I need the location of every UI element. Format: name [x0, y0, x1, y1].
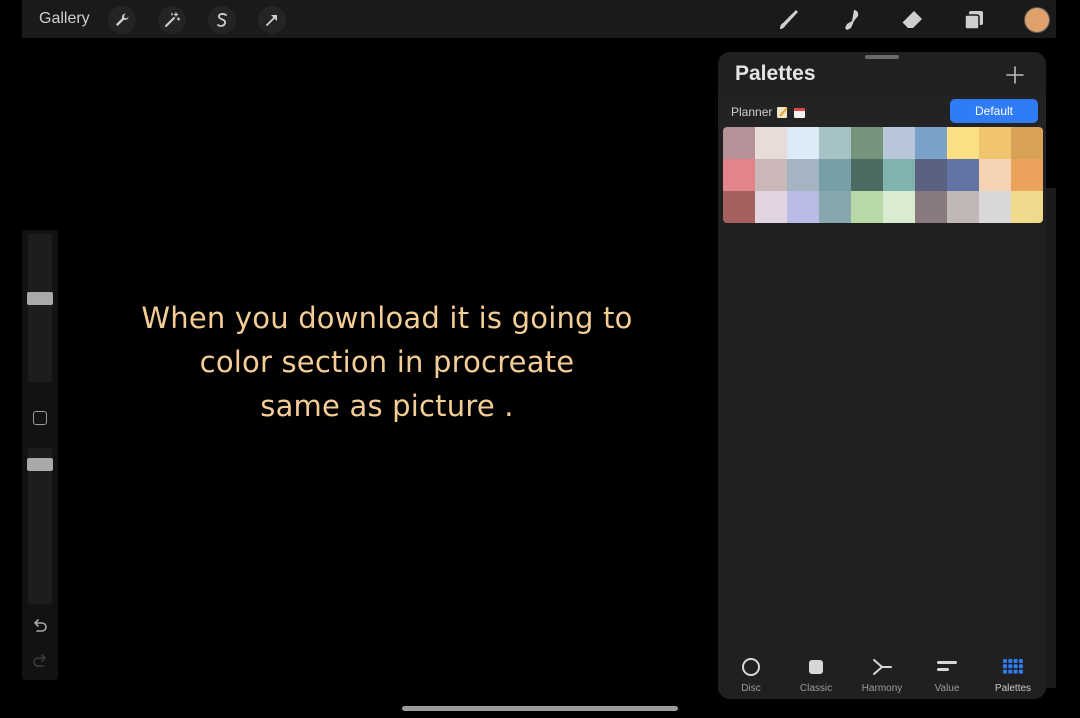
transform-arrow-icon[interactable]	[258, 6, 286, 34]
color-swatch[interactable]	[883, 127, 915, 159]
tab-palettes[interactable]: Palettes	[980, 653, 1046, 697]
tab-value[interactable]: Value	[914, 653, 980, 697]
color-swatch[interactable]	[947, 159, 979, 191]
color-swatch[interactable]	[947, 127, 979, 159]
color-swatch[interactable]	[1011, 159, 1043, 191]
palettes-panel: Palettes Planner Default Disc Classic Ha…	[718, 52, 1046, 699]
color-swatch[interactable]	[947, 191, 979, 223]
brush-icon[interactable]	[775, 6, 805, 34]
color-swatch[interactable]	[915, 191, 947, 223]
layers-icon[interactable]	[959, 6, 989, 34]
selection-icon[interactable]	[208, 6, 236, 34]
color-swatch[interactable]	[819, 159, 851, 191]
color-swatch[interactable]	[755, 159, 787, 191]
color-swatch[interactable]	[819, 127, 851, 159]
canvas-text-line: When you download it is going to	[141, 301, 633, 335]
palette-name[interactable]: Planner	[731, 105, 806, 119]
color-swatch[interactable]	[883, 191, 915, 223]
color-swatch[interactable]	[851, 127, 883, 159]
value-bars-icon	[937, 661, 957, 671]
palette-name-label: Planner	[731, 105, 773, 119]
panel-grabber[interactable]	[865, 55, 899, 59]
color-tab-bar: Disc Classic Harmony Value Palettes	[718, 649, 1046, 699]
color-swatch[interactable]	[1011, 127, 1043, 159]
top-toolbar: Gallery	[22, 0, 1056, 38]
palette-header[interactable]: Planner Default	[718, 95, 1046, 127]
wrench-icon[interactable]	[108, 6, 136, 34]
opacity-slider[interactable]	[27, 448, 53, 604]
tab-label: Value	[934, 683, 960, 694]
tab-classic[interactable]: Classic	[783, 653, 849, 697]
color-swatch[interactable]	[979, 191, 1011, 223]
brush-size-thumb[interactable]	[27, 292, 53, 305]
color-swatch[interactable]	[787, 159, 819, 191]
color-swatch[interactable]	[723, 127, 755, 159]
default-palette-button[interactable]: Default	[950, 99, 1038, 123]
color-swatch[interactable]	[787, 127, 819, 159]
calendar-emoji-icon	[794, 107, 806, 118]
color-swatch[interactable]	[851, 191, 883, 223]
add-palette-plus-icon[interactable]	[1004, 64, 1026, 86]
canvas-text-line: same as picture .	[260, 389, 514, 423]
color-swatch[interactable]	[819, 191, 851, 223]
tab-label: Harmony	[861, 683, 903, 694]
canvas-text: When you download it is going to color s…	[90, 296, 684, 428]
color-swatch[interactable]	[915, 127, 947, 159]
color-swatch[interactable]	[979, 127, 1011, 159]
tab-label: Classic	[799, 683, 833, 694]
tab-harmony[interactable]: Harmony	[849, 653, 915, 697]
tab-label: Disc	[741, 683, 761, 694]
color-swatch[interactable]	[755, 191, 787, 223]
home-indicator	[402, 706, 678, 711]
opacity-thumb[interactable]	[27, 458, 53, 471]
classic-square-icon	[809, 660, 823, 674]
left-sidebar	[22, 230, 58, 680]
tab-label: Palettes	[994, 683, 1032, 694]
color-swatch[interactable]	[979, 159, 1011, 191]
magic-wand-icon[interactable]	[158, 6, 186, 34]
color-swatch[interactable]	[755, 127, 787, 159]
redo-icon[interactable]	[30, 652, 50, 672]
color-swatch[interactable]	[723, 191, 755, 223]
panel-shadow-edge	[1046, 188, 1056, 688]
pencil-note-emoji-icon	[777, 106, 789, 118]
gallery-button[interactable]: Gallery	[39, 10, 90, 28]
color-swatch[interactable]	[723, 159, 755, 191]
tab-disc[interactable]: Disc	[718, 653, 784, 697]
modify-button[interactable]	[33, 411, 47, 425]
color-swatch[interactable]	[883, 159, 915, 191]
color-swatch[interactable]	[915, 159, 947, 191]
color-swatch[interactable]	[851, 159, 883, 191]
undo-icon[interactable]	[30, 617, 50, 637]
palettes-grid-icon	[1003, 659, 1023, 674]
color-swatch[interactable]	[787, 191, 819, 223]
brush-size-slider[interactable]	[27, 234, 53, 382]
harmony-icon	[873, 659, 892, 675]
disc-icon	[742, 658, 760, 676]
canvas-text-line: color section in procreate	[199, 345, 575, 379]
color-swatch[interactable]	[1011, 191, 1043, 223]
eraser-icon[interactable]	[897, 6, 927, 34]
current-color-button[interactable]	[1024, 7, 1050, 33]
smudge-icon[interactable]	[836, 6, 866, 34]
panel-title: Palettes	[735, 62, 816, 85]
swatch-grid	[723, 127, 1043, 223]
